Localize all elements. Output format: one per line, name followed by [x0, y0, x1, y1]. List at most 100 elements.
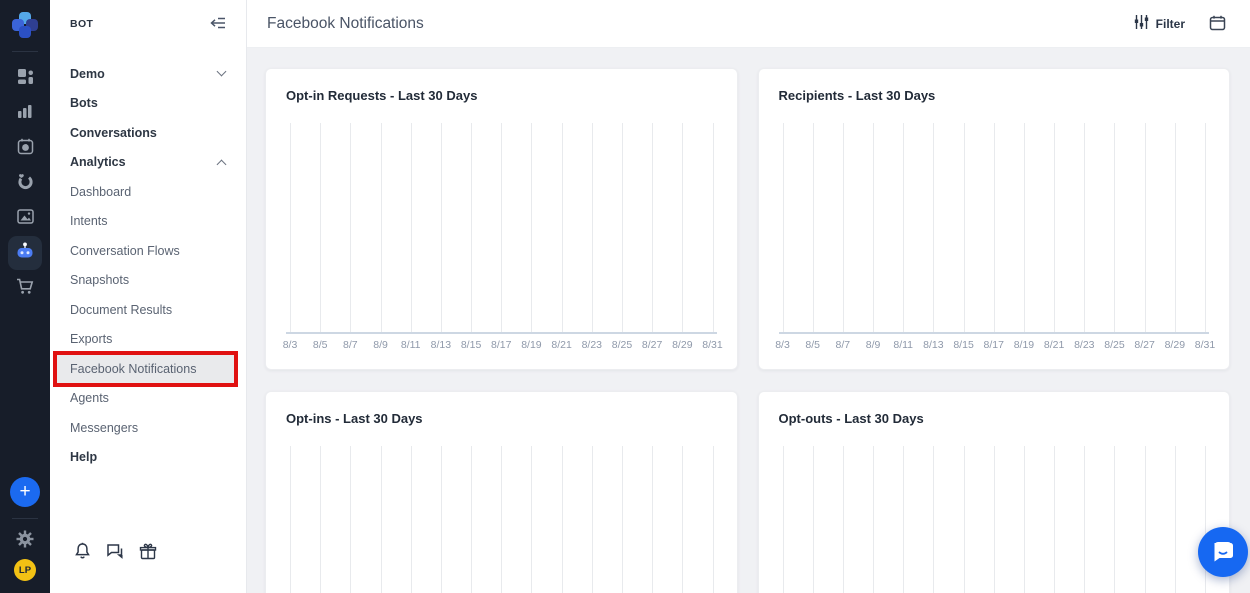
gridline — [1054, 123, 1055, 332]
x-tick-label: 8/9 — [373, 339, 388, 351]
rail-calendar-button[interactable]: 1 — [0, 130, 50, 165]
sidebar-item-dashboard[interactable]: Dashboard — [50, 177, 246, 207]
gridline — [290, 123, 291, 332]
gridline — [562, 123, 563, 332]
gift-icon — [139, 548, 157, 563]
gridline — [713, 123, 714, 332]
gridline — [1114, 446, 1115, 593]
gridline — [652, 123, 653, 332]
x-tick-label: 8/25 — [1104, 339, 1124, 351]
sidebar: BOT Demo Bots ConversationsAnalyticsDashbo… — [50, 0, 247, 593]
gridline — [813, 123, 814, 332]
sidebar-item-exports[interactable]: Exports — [50, 325, 246, 355]
x-tick-label: 8/27 — [642, 339, 662, 351]
x-tick-label: 8/19 — [1014, 339, 1034, 351]
gridline — [783, 446, 784, 593]
rail-media-button[interactable] — [0, 200, 50, 235]
gridline — [350, 446, 351, 593]
gridline — [964, 446, 965, 593]
chat-widget-button[interactable] — [1198, 527, 1248, 577]
feedback-chat-button[interactable] — [106, 543, 124, 562]
gridline — [1024, 123, 1025, 332]
chart-plot-area — [286, 123, 717, 334]
chat-bubbles-icon — [106, 547, 124, 562]
sidebar-item-help[interactable]: Help — [50, 443, 246, 473]
sidebar-item-document-results[interactable]: Document Results — [50, 295, 246, 325]
chart-plot-area — [779, 446, 1210, 593]
chart-x-axis: 8/38/58/78/98/118/138/158/178/198/218/23… — [779, 334, 1210, 356]
sidebar-item-messengers[interactable]: Messengers — [50, 413, 246, 443]
gift-button[interactable] — [139, 543, 157, 563]
user-avatar[interactable]: LP — [14, 559, 36, 581]
gridline — [471, 123, 472, 332]
gridline — [1054, 446, 1055, 593]
x-tick-label: 8/3 — [775, 339, 790, 351]
filter-button-label: Filter — [1156, 17, 1185, 31]
sidebar-item-agents[interactable]: Agents — [50, 384, 246, 414]
chart-title: Opt-in Requests - Last 30 Days — [286, 88, 717, 103]
x-tick-label: 8/25 — [612, 339, 632, 351]
filter-button[interactable]: Filter — [1134, 15, 1185, 32]
collapse-sidebar-button[interactable] — [210, 16, 226, 32]
x-tick-label: 8/15 — [953, 339, 973, 351]
image-icon — [17, 209, 34, 227]
active-item-background — [8, 236, 42, 270]
sidebar-item-conversation-flows[interactable]: Conversation Flows — [50, 236, 246, 266]
rail-intents-button[interactable] — [0, 165, 50, 200]
sidebar-item-analytics[interactable]: Analytics — [50, 148, 246, 178]
dashboard-grid-icon — [17, 68, 34, 88]
gridline — [1084, 446, 1085, 593]
sidebar-item-snapshots[interactable]: Snapshots — [50, 266, 246, 296]
sidebar-item-facebook-notifications-annotated[interactable]: Facebook Notifications — [57, 355, 234, 383]
date-range-button[interactable] — [1209, 15, 1226, 32]
gridline — [873, 446, 874, 593]
gridline — [1114, 123, 1115, 332]
gridline — [682, 123, 683, 332]
sidebar-item-label: Agents — [70, 391, 109, 405]
notifications-bell-button[interactable] — [74, 542, 91, 563]
rail-dashboard-button[interactable] — [0, 60, 50, 95]
gridline — [471, 446, 472, 593]
header-actions: Filter — [1134, 15, 1226, 32]
sidebar-item-intents[interactable]: Intents — [50, 207, 246, 237]
gridline — [1175, 446, 1176, 593]
rail-analytics-button[interactable] — [0, 95, 50, 130]
sidebar-item-conversations[interactable]: Conversations — [50, 118, 246, 148]
page-header: Facebook Notifications — [247, 0, 1250, 48]
gridline — [652, 446, 653, 593]
x-tick-label: 8/23 — [582, 339, 602, 351]
sidebar-item-bots[interactable]: Bots — [50, 89, 246, 119]
gridline — [381, 123, 382, 332]
add-button[interactable]: + — [10, 477, 40, 507]
rail-divider — [12, 51, 38, 52]
gridline — [682, 446, 683, 593]
gridline — [441, 123, 442, 332]
sidebar-item-label: Exports — [70, 332, 112, 346]
sidebar-item-label: Demo — [70, 67, 105, 81]
gridline — [994, 123, 995, 332]
x-tick-label: 8/7 — [343, 339, 358, 351]
gridline — [903, 446, 904, 593]
rail-cart-button[interactable] — [0, 270, 50, 305]
chart-card-opt-ins-last-30-days: Opt-ins - Last 30 Days8/38/58/78/98/118/… — [265, 391, 738, 593]
rail-bot-button[interactable] — [0, 235, 50, 270]
gridline — [843, 123, 844, 332]
chart-card-opt-outs-last-30-days: Opt-outs - Last 30 Days8/38/58/78/98/118… — [758, 391, 1231, 593]
x-tick-label: 8/17 — [984, 339, 1004, 351]
settings-button[interactable] — [16, 530, 34, 548]
calendar-day-one-icon: 1 — [17, 138, 34, 158]
x-tick-label: 8/7 — [836, 339, 851, 351]
sidebar-item-label: Document Results — [70, 303, 172, 317]
sidebar-item-label: Messengers — [70, 421, 138, 435]
sidebar-item-demo[interactable]: Demo — [50, 59, 246, 89]
x-tick-label: 8/15 — [461, 339, 481, 351]
gridline — [562, 446, 563, 593]
sidebar-header: BOT — [50, 0, 246, 48]
sidebar-item-label: Bots — [70, 96, 98, 110]
sidebar-item-label: Facebook Notifications — [70, 362, 196, 376]
main-area: Facebook Notifications — [247, 0, 1250, 593]
sidebar-nav-list: Demo Bots ConversationsAnalyticsDashboardI… — [50, 48, 246, 472]
x-tick-label: 8/3 — [283, 339, 298, 351]
gridline — [903, 123, 904, 332]
collapse-sidebar-icon — [210, 18, 226, 33]
